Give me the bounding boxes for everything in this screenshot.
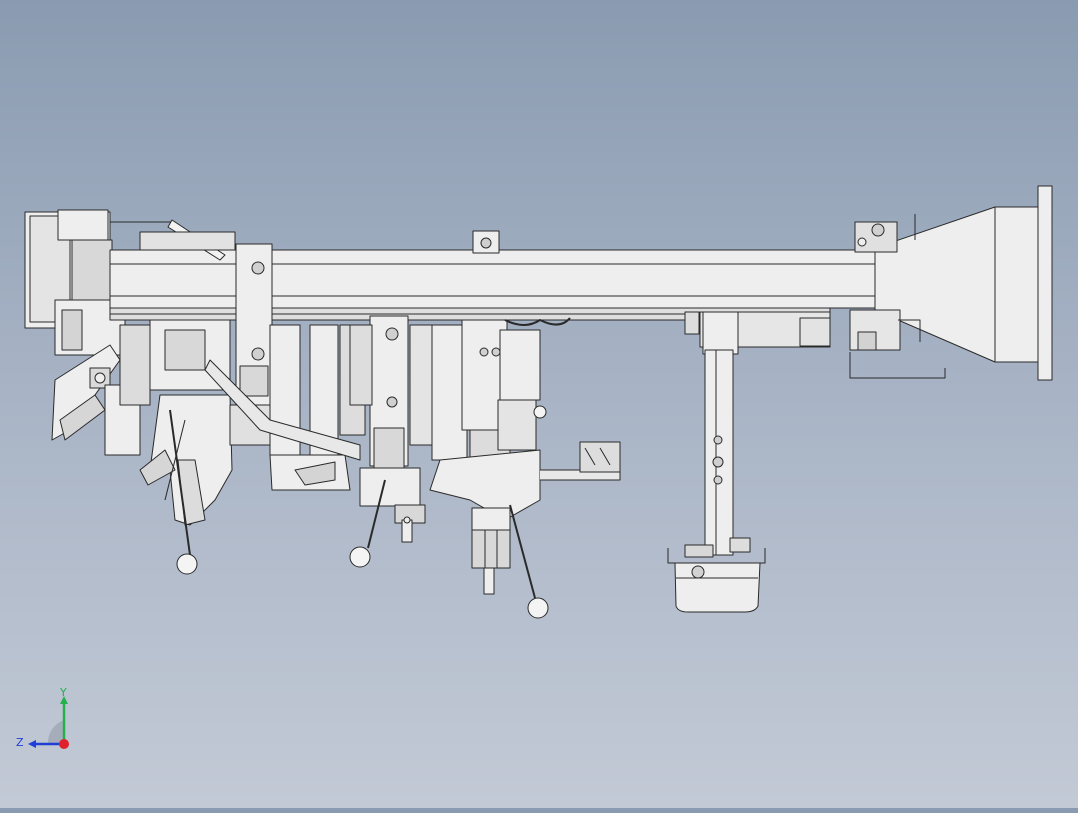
cad-viewport[interactable]	[0, 0, 1078, 808]
coordinate-triad: Y Z	[10, 684, 80, 754]
cad-model-view[interactable]	[0, 0, 1078, 808]
z-axis-arrowhead	[28, 740, 36, 748]
x-axis-dot	[59, 739, 69, 749]
triad-graphic: Y Z	[16, 686, 69, 749]
z-axis-label: Z	[16, 736, 24, 749]
y-axis-label: Y	[59, 686, 67, 699]
main-beam[interactable]	[109, 219, 881, 321]
gripper-assembly-middle[interactable]	[349, 315, 468, 568]
right-flange[interactable]	[849, 185, 1053, 381]
left-end-block[interactable]	[24, 209, 151, 456]
vertical-support[interactable]	[667, 311, 831, 613]
